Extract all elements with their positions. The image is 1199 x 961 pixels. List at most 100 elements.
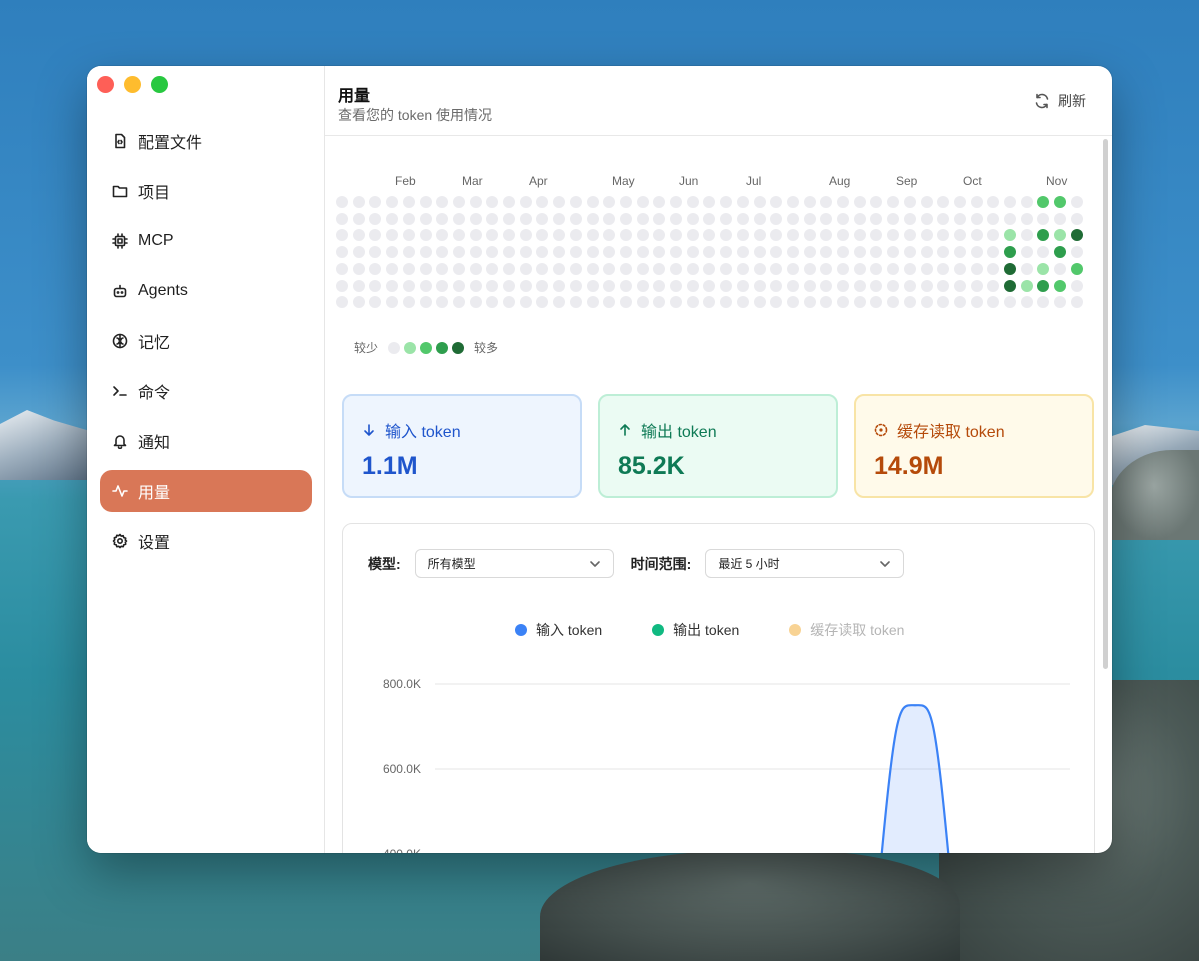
heatmap-cell[interactable] [720, 196, 733, 208]
heatmap-cell[interactable] [770, 296, 783, 309]
heatmap-cell[interactable] [837, 279, 849, 292]
heatmap-cell[interactable] [820, 296, 833, 309]
heatmap-cell[interactable] [686, 246, 699, 259]
heatmap-cell[interactable] [1070, 246, 1083, 259]
heatmap-cell[interactable] [469, 262, 482, 275]
heatmap-cell[interactable] [1020, 279, 1033, 292]
heatmap-cell[interactable] [686, 229, 699, 242]
heatmap-cell[interactable] [402, 262, 415, 275]
heatmap-cell[interactable] [369, 246, 382, 259]
heatmap-cell[interactable] [586, 279, 599, 292]
heatmap-cell[interactable] [903, 296, 916, 309]
heatmap-cell[interactable] [987, 279, 1000, 292]
heatmap-cell[interactable] [636, 196, 649, 208]
heatmap-cell[interactable] [586, 246, 599, 259]
heatmap-cell[interactable] [619, 229, 632, 242]
heatmap-cell[interactable] [336, 196, 348, 208]
heatmap-cell[interactable] [336, 212, 348, 225]
heatmap-cell[interactable] [953, 229, 966, 242]
sidebar-item-config-files[interactable]: 配置文件 [100, 120, 312, 162]
heatmap-cell[interactable] [1054, 262, 1067, 275]
heatmap-cell[interactable] [452, 279, 465, 292]
heatmap-cell[interactable] [519, 246, 532, 259]
heatmap-cell[interactable] [1037, 246, 1050, 259]
heatmap-cell[interactable] [736, 196, 749, 208]
heatmap-cell[interactable] [1070, 296, 1083, 309]
heatmap-cell[interactable] [519, 296, 532, 309]
heatmap-cell[interactable] [336, 229, 348, 242]
heatmap-cell[interactable] [770, 246, 783, 259]
heatmap-cell[interactable] [1054, 229, 1067, 242]
refresh-button[interactable]: 刷新 [1034, 91, 1086, 111]
heatmap-cell[interactable] [436, 246, 449, 259]
heatmap-cell[interactable] [436, 262, 449, 275]
heatmap-cell[interactable] [920, 212, 933, 225]
heatmap-cell[interactable] [887, 296, 900, 309]
heatmap-cell[interactable] [386, 229, 399, 242]
heatmap-cell[interactable] [953, 279, 966, 292]
heatmap-cell[interactable] [402, 296, 415, 309]
heatmap-cell[interactable] [536, 279, 549, 292]
heatmap-cell[interactable] [786, 262, 799, 275]
heatmap-cell[interactable] [1020, 246, 1033, 259]
heatmap-cell[interactable] [469, 246, 482, 259]
heatmap-cell[interactable] [753, 246, 766, 259]
heatmap-cell[interactable] [870, 196, 883, 208]
heatmap-cell[interactable] [970, 279, 983, 292]
heatmap-cell[interactable] [402, 229, 415, 242]
heatmap-cell[interactable] [569, 246, 582, 259]
heatmap-cell[interactable] [920, 196, 933, 208]
heatmap-cell[interactable] [920, 279, 933, 292]
heatmap-cell[interactable] [352, 296, 365, 309]
heatmap-cell[interactable] [686, 279, 699, 292]
heatmap-cell[interactable] [1004, 212, 1016, 225]
heatmap-cell[interactable] [336, 246, 348, 259]
heatmap-cell[interactable] [436, 196, 449, 208]
heatmap-cell[interactable] [770, 279, 783, 292]
legend-input-token[interactable]: 输入 token [515, 620, 602, 640]
heatmap-cell[interactable] [402, 196, 415, 208]
heatmap-cell[interactable] [352, 262, 365, 275]
heatmap-cell[interactable] [703, 262, 716, 275]
model-select[interactable]: 所有模型 [414, 549, 614, 578]
heatmap-cell[interactable] [803, 279, 816, 292]
heatmap-cell[interactable] [553, 246, 566, 259]
zoom-window-button[interactable] [151, 76, 168, 93]
heatmap-cell[interactable] [369, 262, 382, 275]
close-window-button[interactable] [97, 76, 114, 93]
heatmap-cell[interactable] [352, 279, 365, 292]
heatmap-cell[interactable] [452, 296, 465, 309]
heatmap-cell[interactable] [987, 296, 1000, 309]
heatmap-cell[interactable] [803, 229, 816, 242]
heatmap-cell[interactable] [369, 279, 382, 292]
heatmap-cell[interactable] [703, 212, 716, 225]
heatmap-cell[interactable] [569, 296, 582, 309]
heatmap-cell[interactable] [670, 296, 682, 309]
heatmap-cell[interactable] [603, 262, 616, 275]
heatmap-cell[interactable] [820, 279, 833, 292]
heatmap-cell[interactable] [870, 279, 883, 292]
heatmap-cell[interactable] [786, 196, 799, 208]
heatmap-cell[interactable] [736, 296, 749, 309]
heatmap-cell[interactable] [419, 229, 432, 242]
heatmap-cell[interactable] [636, 246, 649, 259]
heatmap-cell[interactable] [569, 212, 582, 225]
heatmap-cell[interactable] [887, 246, 900, 259]
sidebar-item-settings[interactable]: 设置 [100, 520, 312, 562]
heatmap-cell[interactable] [1037, 196, 1050, 208]
heatmap-cell[interactable] [987, 246, 1000, 259]
heatmap-cell[interactable] [419, 279, 432, 292]
heatmap-cell[interactable] [820, 212, 833, 225]
heatmap-cell[interactable] [503, 246, 515, 259]
heatmap-cell[interactable] [503, 196, 515, 208]
heatmap-cell[interactable] [720, 212, 733, 225]
heatmap-cell[interactable] [920, 229, 933, 242]
heatmap-cell[interactable] [820, 246, 833, 259]
heatmap-cell[interactable] [903, 246, 916, 259]
sidebar-item-memory[interactable]: 记忆 [100, 320, 312, 362]
heatmap-cell[interactable] [569, 279, 582, 292]
heatmap-cell[interactable] [937, 262, 950, 275]
heatmap-cell[interactable] [503, 279, 515, 292]
heatmap-cell[interactable] [603, 212, 616, 225]
heatmap-cell[interactable] [603, 229, 616, 242]
